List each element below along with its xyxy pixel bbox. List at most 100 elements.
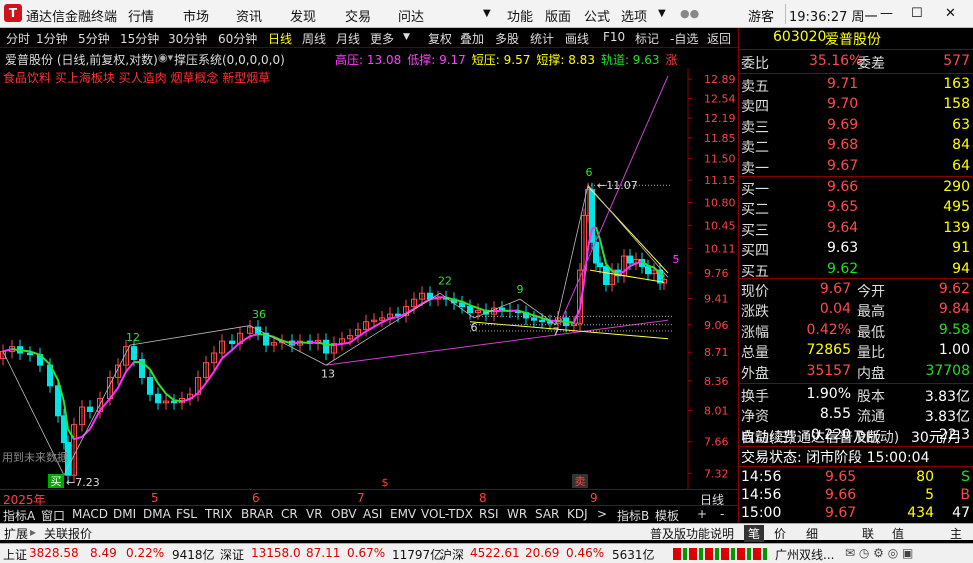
settings-icon[interactable]: ◉▾ (158, 51, 173, 64)
menu-wenda[interactable]: 问达 (398, 6, 424, 25)
tab-window[interactable]: 窗口 (41, 507, 65, 524)
kline-chart[interactable]: 12.89 12.54 12.19 11.85 11.50 11.15 10.80 10.45… (0, 68, 738, 490)
menu-function[interactable]: 功能 (507, 6, 533, 25)
btn-watchlist[interactable]: -自选 (670, 30, 698, 47)
stat-row[interactable]: 涨幅 0.42% 最低 9.58 (739, 321, 973, 341)
tab-fsl[interactable]: FSL (176, 507, 197, 521)
tab-vr[interactable]: VR (306, 507, 323, 521)
ask-row[interactable]: 卖三 9.69 63 (739, 116, 973, 136)
tab-indicator-b[interactable]: 指标B (617, 507, 649, 524)
ask-row[interactable]: 卖四 9.70 158 (739, 95, 973, 115)
expand-button[interactable]: 扩展 (4, 525, 28, 542)
tab-related[interactable]: 联 (862, 525, 874, 542)
ask-row[interactable]: 卖二 9.68 84 (739, 136, 973, 156)
menu-news[interactable]: 资讯 (236, 6, 262, 25)
tab-monthly[interactable]: 月线 (336, 30, 360, 47)
tick-row[interactable]: 14:56 9.65 80 S (739, 468, 973, 488)
bid-row[interactable]: 买五 9.62 94 (739, 260, 973, 280)
menu-formula[interactable]: 公式 (584, 6, 610, 25)
tab-indicator-a[interactable]: 指标A (3, 507, 35, 524)
tab-brar[interactable]: BRAR (241, 507, 274, 521)
btn-f10[interactable]: F10 (603, 30, 625, 44)
tab-wr[interactable]: WR (507, 507, 527, 521)
version-info[interactable]: 普及版功能说明 (650, 525, 734, 542)
fundamental-row[interactable]: 收益(三) 0.220 PE(动) 22.3 (739, 426, 973, 446)
tick-row[interactable]: 15:00 9.67 434 47 (739, 504, 973, 524)
fundamental-row[interactable]: 换手 1.90% 股本 3.83亿 (739, 385, 973, 405)
sh-label[interactable]: 上证 (3, 546, 27, 563)
tab-kdj[interactable]: KDJ (567, 507, 588, 521)
stat-row[interactable]: 外盘 35157 内盘 37708 (739, 362, 973, 382)
related-quotes[interactable]: 关联报价 (44, 525, 92, 542)
tab-dmi[interactable]: DMI (113, 507, 136, 521)
indicator-name[interactable]: 撑压系统(0,0,0,0,0) (174, 51, 285, 68)
tab-vol-tdx[interactable]: VOL-TDX (421, 507, 473, 521)
stat-row[interactable]: 现价 9.67 今开 9.62 (739, 280, 973, 300)
bid-row[interactable]: 买一 9.66 290 (739, 178, 973, 198)
menu-discover[interactable]: 发现 (290, 6, 316, 25)
status-icons[interactable]: ✉ ◷ ⚙ ◎ ▣ (845, 546, 913, 560)
tab-price[interactable]: 价 (774, 525, 786, 542)
tick-row[interactable]: 14:56 9.66 5 B (739, 486, 973, 506)
tab-detail[interactable]: 细 (806, 525, 818, 542)
sz-label[interactable]: 深证 (220, 546, 244, 563)
tab-rsi[interactable]: RSI (479, 507, 499, 521)
close-icon[interactable]: ✕ (945, 6, 956, 21)
server-name[interactable]: 广州双线... (775, 546, 834, 563)
dropdown-arrow-icon[interactable]: ▼ (658, 8, 666, 19)
stat-row[interactable]: 涨跌 0.04 最高 9.84 (739, 300, 973, 320)
tab-value[interactable]: 值 (892, 525, 904, 542)
expand-arrow-icon[interactable]: ▸ (30, 525, 36, 539)
tab-trix[interactable]: TRIX (205, 507, 232, 521)
min-icon[interactable]: ●● (680, 7, 699, 20)
hs-label[interactable]: 沪深 (440, 546, 464, 563)
ask-row[interactable]: 卖五 9.71 163 (739, 75, 973, 95)
btn-draw[interactable]: 画线 (565, 30, 589, 47)
tab-cr[interactable]: CR (281, 507, 298, 521)
dropdown-arrow-icon[interactable]: ▼ (483, 8, 491, 19)
tab-30min[interactable]: 30分钟 (168, 30, 207, 47)
tab-emv[interactable]: EMV (390, 507, 416, 521)
tab-daily[interactable]: 日线 (268, 30, 292, 47)
more-arrow-icon[interactable]: ▼ (403, 32, 410, 42)
minimize-icon[interactable]: — (880, 6, 893, 21)
btn-back[interactable]: 返回 (707, 30, 731, 47)
tab-obv[interactable]: OBV (331, 507, 357, 521)
fundamental-row[interactable]: 净资 8.55 流通 3.83亿 (739, 405, 973, 425)
menu-quote[interactable]: 行情 (128, 6, 154, 25)
tab-15min[interactable]: 15分钟 (120, 30, 159, 47)
menu-options[interactable]: 选项 (621, 6, 647, 25)
tab-60min[interactable]: 60分钟 (218, 30, 257, 47)
btn-mark[interactable]: 标记 (635, 30, 659, 47)
tab-dma[interactable]: DMA (143, 507, 171, 521)
ask-row[interactable]: 卖一 9.67 64 (739, 157, 973, 177)
btn-overlay[interactable]: 叠加 (460, 30, 484, 47)
tab-main[interactable]: 主 (950, 525, 962, 542)
btn-multi[interactable]: 多股 (495, 30, 519, 47)
kline-svg[interactable]: 12.89 12.54 12.19 11.85 11.50 11.15 10.80 10.45… (0, 68, 738, 490)
tab-template[interactable]: 模板 (655, 507, 679, 524)
remove-icon[interactable]: - (720, 507, 724, 521)
btn-stats[interactable]: 统计 (530, 30, 554, 47)
tab-more[interactable]: 更多 (370, 30, 394, 47)
maximize-icon[interactable]: ☐ (911, 6, 923, 21)
menu-layout[interactable]: 版面 (545, 6, 571, 25)
tab-trades[interactable]: 笔 (744, 525, 765, 542)
menu-trade[interactable]: 交易 (345, 6, 371, 25)
bid-row[interactable]: 买四 9.63 91 (739, 239, 973, 259)
tab-1min[interactable]: 1分钟 (36, 30, 68, 47)
bid-row[interactable]: 买三 9.64 139 (739, 219, 973, 239)
tab-more-arrow-icon[interactable]: > (597, 507, 607, 521)
menu-market[interactable]: 市场 (183, 6, 209, 25)
add-icon[interactable]: + (697, 507, 707, 521)
stat-row[interactable]: 总量 72865 量比 1.00 (739, 341, 973, 361)
tab-macd[interactable]: MACD (72, 507, 108, 521)
tab-sar[interactable]: SAR (535, 507, 559, 521)
tab-asi[interactable]: ASI (363, 507, 382, 521)
bid-row[interactable]: 买二 9.65 495 (739, 198, 973, 218)
tab-intraday[interactable]: 分时 (6, 30, 30, 47)
btn-adjust[interactable]: 复权 (428, 30, 452, 47)
user-label[interactable]: 游客 (748, 6, 774, 25)
tab-weekly[interactable]: 周线 (302, 30, 326, 47)
tab-5min[interactable]: 5分钟 (78, 30, 110, 47)
